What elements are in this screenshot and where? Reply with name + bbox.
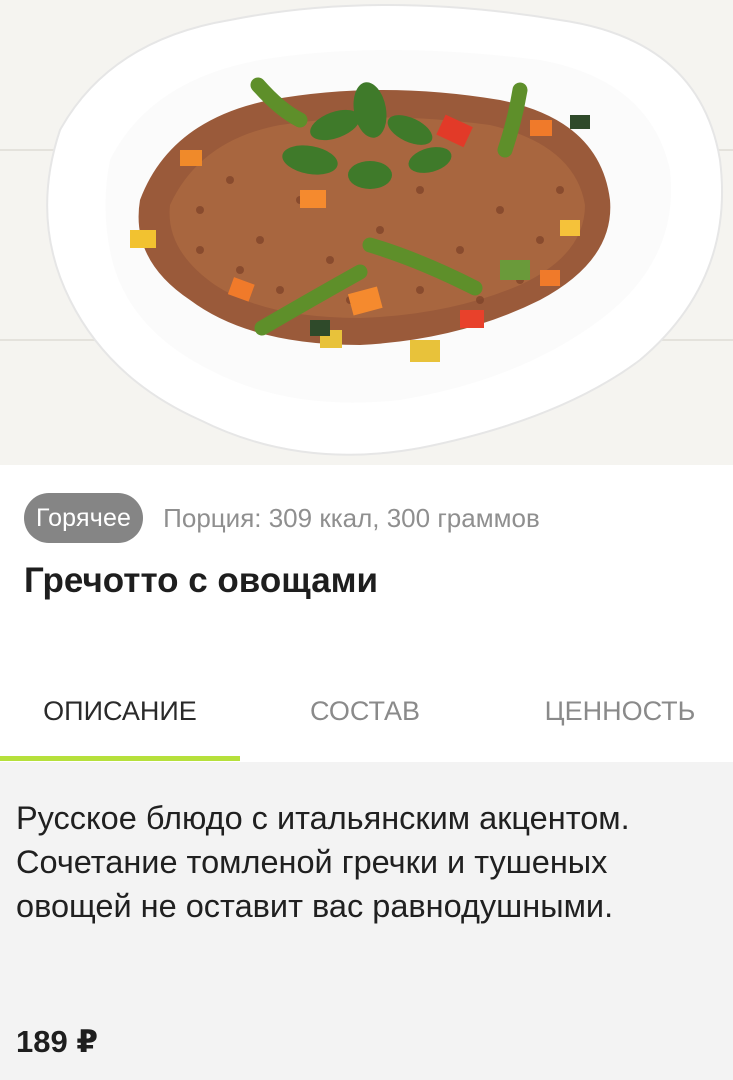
product-tabs: Описание Состав Ценность (0, 685, 733, 762)
product-description: Русское блюдо с итальянским акцентом. Со… (16, 800, 630, 924)
active-tab-indicator (0, 756, 240, 761)
product-info: Горячее Порция: 309 ккал, 300 граммов Гр… (0, 465, 733, 762)
product-page: Горячее Порция: 309 ккал, 300 граммов Гр… (0, 0, 733, 1080)
tab-composition[interactable]: Состав (265, 685, 465, 759)
product-title: Гречотто с овощами (24, 561, 379, 600)
dish-photo (0, 0, 733, 465)
portion-info: Порция: 309 ккал, 300 граммов (163, 502, 540, 533)
meta-row: Горячее Порция: 309 ккал, 300 граммов (24, 493, 540, 543)
tab-description[interactable]: Описание (20, 685, 220, 759)
category-badge: Горячее (24, 493, 144, 543)
tab-nutrition-value[interactable]: Ценность (510, 685, 730, 759)
dish-image (0, 0, 733, 465)
product-price: 189 ₽ (16, 1024, 98, 1059)
